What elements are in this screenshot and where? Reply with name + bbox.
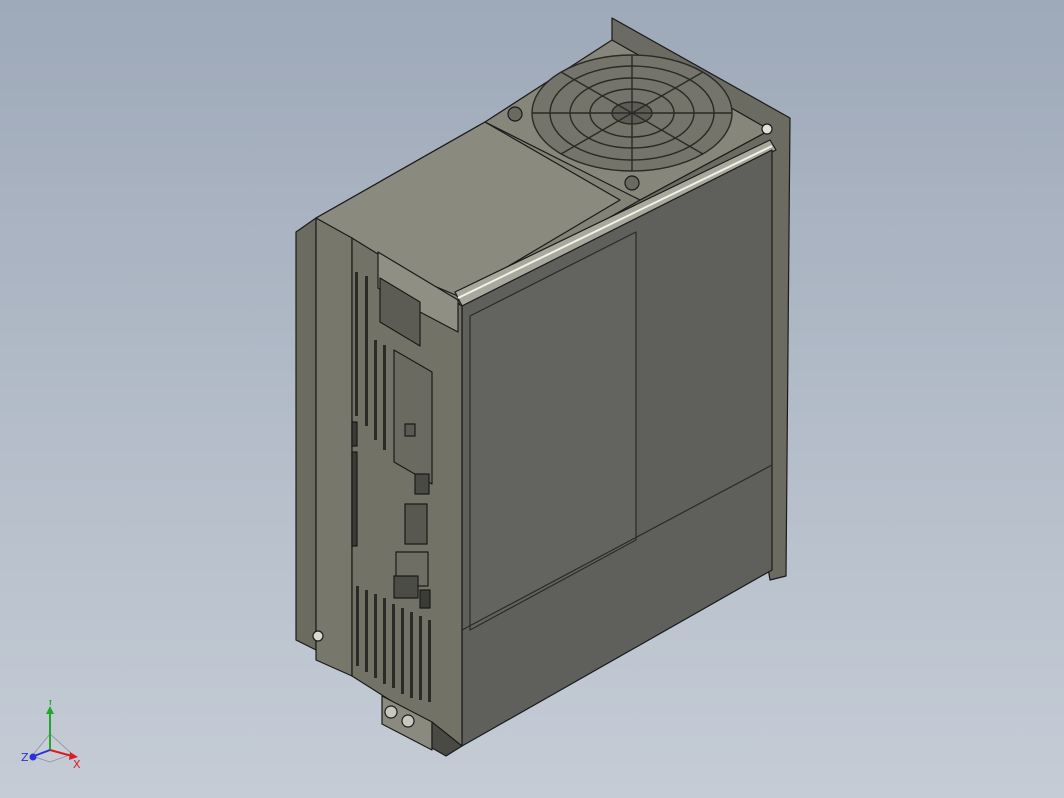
fan-screw-hole [507,106,523,122]
axis-triad: Y X Z [21,700,81,771]
status-led [404,423,416,437]
ground-screw [384,705,398,719]
connector-usb[interactable] [414,473,430,495]
ground-screw [401,714,415,728]
triad-base-plane [31,733,73,763]
z-arrow-head [29,753,37,761]
connector-encoder[interactable] [404,503,428,545]
servo-drive-model[interactable] [295,17,791,757]
fan-screw-hole [624,175,640,191]
triad-label-y: Y [46,700,54,708]
connector-panel [393,349,433,485]
3d-viewport[interactable] [0,0,1064,798]
triad-label-x: X [73,758,81,771]
connector-terminal[interactable] [393,575,419,599]
connector-small[interactable] [419,589,431,609]
triad-label-z: Z [21,751,29,764]
left-face [295,217,317,651]
flange-mount-hole [761,123,773,135]
front-bezel [315,217,353,677]
connector-cn1[interactable] [351,421,358,447]
front-mount-hole [312,630,324,642]
cooling-fan-grille [531,54,733,172]
connector-cn2[interactable] [351,451,358,547]
